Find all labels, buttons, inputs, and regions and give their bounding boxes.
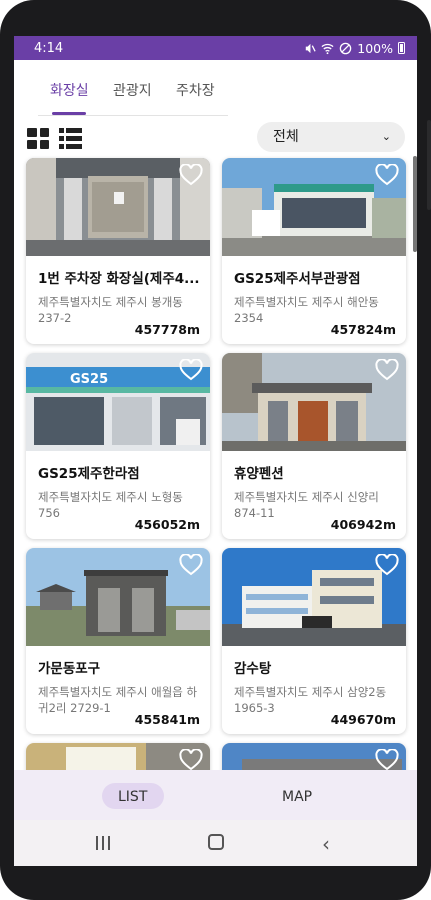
grid-view-icon[interactable] <box>27 128 49 149</box>
wifi-icon <box>321 43 334 54</box>
tab-divider <box>38 115 228 116</box>
tab-tourist-spot[interactable]: 관광지 <box>113 80 152 100</box>
place-title: 휴양펜션 <box>234 466 284 482</box>
list-view-icon[interactable] <box>59 128 82 149</box>
chevron-down-icon: ⌄ <box>381 130 391 143</box>
filter-dropdown[interactable]: 전체 ⌄ <box>257 122 405 152</box>
place-card[interactable]: 감수탕 제주특별자치도 제주시 삼양2동 1965-3 449670m <box>222 548 406 734</box>
battery-percent: 100% <box>357 40 393 56</box>
recent-apps-icon[interactable] <box>96 836 112 850</box>
favorite-heart-icon[interactable] <box>375 749 399 771</box>
favorite-heart-icon[interactable] <box>179 554 203 576</box>
favorite-heart-icon[interactable] <box>179 749 203 771</box>
place-distance: 457824m <box>330 322 396 337</box>
place-title: 가문동포구 <box>38 661 101 677</box>
bottom-navigation: LIST MAP <box>14 770 417 820</box>
place-title: GS25제주서부관광점 <box>234 271 361 287</box>
place-title: 감수탕 <box>234 661 272 677</box>
mute-icon <box>306 43 316 53</box>
place-card[interactable]: GS25제주서부관광점 제주특별자치도 제주시 해안동 2354 457824m <box>222 158 406 344</box>
place-title: 1번 주차장 화장실(제주4... <box>38 271 200 287</box>
filter-selected: 전체 <box>273 129 299 145</box>
place-title: GS25제주한라점 <box>38 466 140 482</box>
status-bar: 4:14 100% <box>14 36 417 60</box>
favorite-heart-icon[interactable] <box>375 554 399 576</box>
scrollbar[interactable] <box>413 156 417 252</box>
app-screen: 4:14 100% 화장실 관광지 주차장 전체 ⌄ 1번 주차장 화장실(제주… <box>14 36 417 866</box>
tab-active-indicator <box>52 112 86 115</box>
place-card[interactable]: 휴양펜션 제주특별자치도 제주시 신양리 874-11 406942m <box>222 353 406 539</box>
favorite-heart-icon[interactable] <box>179 164 203 186</box>
nav-map-button[interactable]: MAP <box>282 789 312 805</box>
back-icon[interactable]: ‹ <box>322 832 330 856</box>
tab-parking[interactable]: 주차장 <box>176 80 215 100</box>
svg-text:GS25: GS25 <box>70 372 108 387</box>
system-navigation-bar: ‹ <box>14 820 417 866</box>
place-distance: 449670m <box>330 712 396 727</box>
favorite-heart-icon[interactable] <box>179 359 203 381</box>
view-toolbar: 전체 ⌄ <box>14 122 417 152</box>
place-card[interactable]: 가문동포구 제주특별자치도 제주시 애월읍 하귀2리 2729-1 455841… <box>26 548 210 734</box>
place-distance: 406942m <box>330 517 396 532</box>
place-distance: 457778m <box>134 322 200 337</box>
battery-icon <box>398 42 405 54</box>
place-card[interactable]: GS25 GS25제주한라점 제주특별자치도 제주시 노형동 756 45605… <box>26 353 210 539</box>
status-time: 4:14 <box>34 40 64 56</box>
favorite-heart-icon[interactable] <box>375 359 399 381</box>
dnd-icon <box>339 42 352 54</box>
place-distance: 456052m <box>134 517 200 532</box>
place-distance: 455841m <box>134 712 200 727</box>
tab-restroom[interactable]: 화장실 <box>50 80 89 100</box>
place-card[interactable]: 1번 주차장 화장실(제주4... 제주특별자치도 제주시 봉개동 237-2 … <box>26 158 210 344</box>
nav-list-button[interactable]: LIST <box>118 789 147 805</box>
category-tabs: 화장실 관광지 주차장 <box>14 60 417 116</box>
home-icon[interactable] <box>208 834 224 850</box>
side-button <box>427 120 431 210</box>
phone-frame: 4:14 100% 화장실 관광지 주차장 전체 ⌄ 1번 주차장 화장실(제주… <box>0 0 431 900</box>
favorite-heart-icon[interactable] <box>375 164 399 186</box>
